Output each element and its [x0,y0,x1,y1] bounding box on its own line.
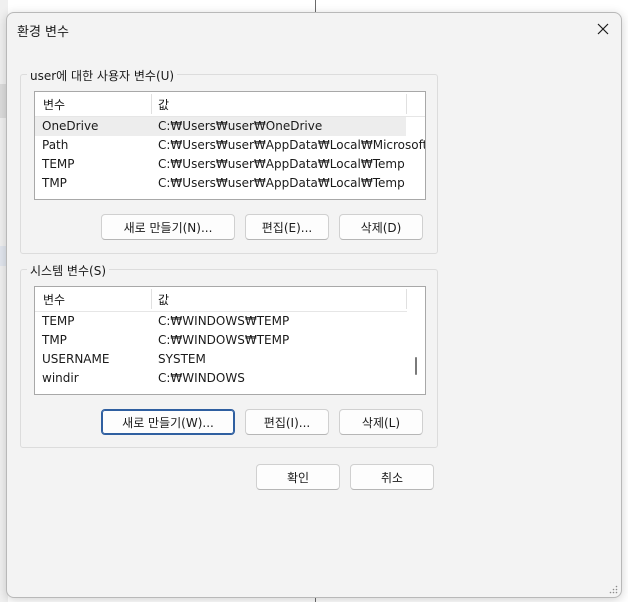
close-icon [597,23,609,35]
title-bar[interactable]: 환경 변수 [7,13,621,45]
close-button[interactable] [585,13,621,45]
new-user-variable-button[interactable]: 새로 만들기(N)... [101,214,235,240]
system-variables-list[interactable]: 변수 값 TEMP C:₩WINDOWS₩TEMP TMP C:₩WINDOWS… [34,286,426,395]
variable-value: C:₩WINDOWS [158,371,245,385]
variable-value: C:₩Users₩user₩OneDrive [158,119,323,133]
column-divider[interactable] [151,94,152,114]
resize-grip-icon[interactable] [608,584,618,594]
variable-name: USERNAME [42,352,110,366]
table-row[interactable]: Path C:₩Users₩user₩AppData₩Local₩Microso… [35,136,425,155]
list-header: 변수 값 [35,287,425,312]
column-divider[interactable] [406,94,407,114]
variable-name: TEMP [42,157,75,171]
variable-name: TMP [42,176,67,190]
variable-value: C:₩WINDOWS₩TEMP [158,333,290,347]
column-header-value[interactable]: 값 [158,96,169,113]
list-scrollbar[interactable] [407,287,425,394]
variable-value: C:₩Users₩user₩AppData₩Local₩Microsoft... [158,138,426,152]
variable-value: C:₩Users₩user₩AppData₩Local₩Temp [158,157,405,171]
list-header: 변수 값 [35,92,425,117]
variable-name: Path [42,138,69,152]
variable-value: C:₩Users₩user₩AppData₩Local₩Temp [158,176,405,190]
table-row[interactable]: TEMP C:₩WINDOWS₩TEMP [35,312,425,331]
table-row[interactable]: USERNAME SYSTEM [35,350,425,369]
environment-variables-dialog: 환경 변수 user에 대한 사용자 변수(U) 변수 값 OneDrive C… [6,12,622,598]
column-header-value[interactable]: 값 [158,291,169,308]
variable-name: TMP [42,333,67,347]
table-row[interactable]: TMP C:₩Users₩user₩AppData₩Local₩Temp [35,174,425,193]
table-row[interactable]: windir C:₩WINDOWS [35,369,425,388]
variable-name: OneDrive [42,119,99,133]
scrollbar-thumb[interactable] [415,357,417,375]
edit-user-variable-button[interactable]: 편집(E)... [245,214,329,240]
delete-system-variable-button[interactable]: 삭제(L) [339,409,423,435]
table-row[interactable]: TEMP C:₩Users₩user₩AppData₩Local₩Temp [35,155,425,174]
new-system-variable-button[interactable]: 새로 만들기(W)... [101,409,235,435]
system-variables-group: 시스템 변수(S) 변수 값 TEMP C:₩WINDOWS₩TEMP TMP … [20,262,438,448]
dialog-title: 환경 변수 [17,25,69,40]
variable-name: windir [42,371,79,385]
table-row[interactable]: TMP C:₩WINDOWS₩TEMP [35,331,425,350]
table-row[interactable]: OneDrive C:₩Users₩user₩OneDrive [35,117,406,136]
variable-name: TEMP [42,314,75,328]
edit-system-variable-button[interactable]: 편집(I)... [245,409,329,435]
column-divider[interactable] [151,289,152,309]
cancel-button[interactable]: 취소 [350,464,434,490]
column-header-variable[interactable]: 변수 [43,291,65,308]
user-variables-group: user에 대한 사용자 변수(U) 변수 값 OneDrive C:₩User… [20,67,438,254]
variable-value: SYSTEM [158,352,206,366]
column-header-variable[interactable]: 변수 [43,96,65,113]
user-variables-label: user에 대한 사용자 변수(U) [27,67,178,84]
delete-user-variable-button[interactable]: 삭제(D) [339,214,423,240]
system-variables-label: 시스템 변수(S) [27,262,109,279]
variable-value: C:₩WINDOWS₩TEMP [158,314,290,328]
user-variables-list[interactable]: 변수 값 OneDrive C:₩Users₩user₩OneDrive Pat… [34,91,426,200]
ok-button[interactable]: 확인 [256,464,340,490]
